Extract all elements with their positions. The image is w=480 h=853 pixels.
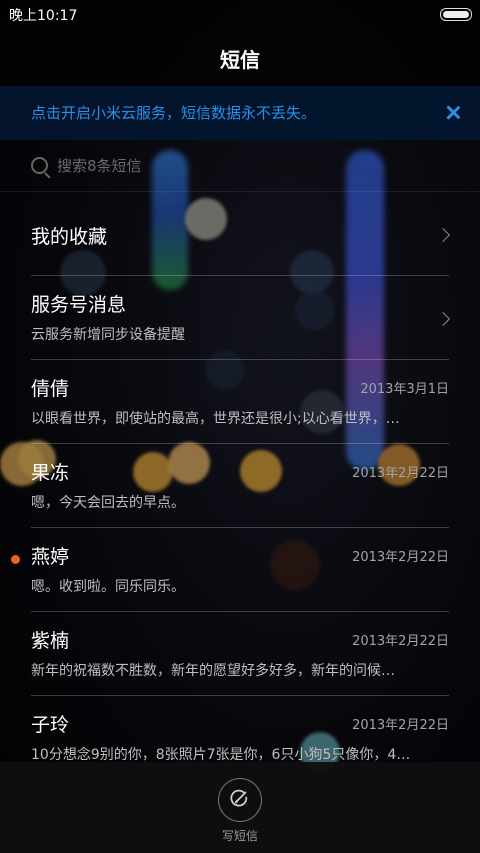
list-item[interactable]: 紫楠 2013年2月22日 新年的祝福数不胜数，新年的愿望好多好多，新年的问候… xyxy=(0,612,480,696)
search-input[interactable] xyxy=(57,152,437,180)
conversation-date: 2013年2月22日 xyxy=(352,718,449,733)
battery-icon xyxy=(440,8,472,21)
compose-label[interactable]: 写短信 xyxy=(0,827,480,844)
list-item-service-messages[interactable]: 服务号消息 云服务新增同步设备提醒 xyxy=(0,276,480,360)
conversation-preview: 以眼看世界，即使站的最高，世界还是很小;以心看世界，… xyxy=(31,411,400,427)
conversation-name: 倩倩 xyxy=(31,378,70,400)
chevron-right-icon xyxy=(435,227,451,243)
conversation-name: 子玲 xyxy=(31,714,70,736)
conversation-name: 燕婷 xyxy=(31,546,70,568)
conversation-preview: 10分想念9别的你，8张照片7张是你，6只小狗5只像你，4… xyxy=(31,747,411,762)
list-item[interactable]: 燕婷 2013年2月22日 嗯。收到啦。同乐同乐。 xyxy=(0,528,480,612)
unread-indicator xyxy=(11,555,20,564)
conversation-name: 服务号消息 xyxy=(31,294,127,316)
compose-icon xyxy=(230,789,248,807)
conversation-list: 我的收藏 服务号消息 云服务新增同步设备提醒 倩倩 2013年3月1日 以眼看世… xyxy=(0,192,480,762)
conversation-date: 2013年2月22日 xyxy=(352,550,449,565)
conversation-preview: 嗯，今天会回去的早点。 xyxy=(31,495,185,511)
conversation-preview: 新年的祝福数不胜数，新年的愿望好多好多，新年的问候… xyxy=(31,663,395,679)
conversation-date: 2013年2月22日 xyxy=(352,466,449,481)
conversation-name: 我的收藏 xyxy=(31,226,108,248)
banner-text[interactable]: 点击开启小米云服务，短信数据永不丢失。 xyxy=(31,102,316,123)
page-title: 短信 xyxy=(220,48,260,72)
search-bar xyxy=(0,140,480,192)
search-icon xyxy=(31,157,48,174)
cloud-service-banner[interactable]: 点击开启小米云服务，短信数据永不丢失。 xyxy=(0,86,480,140)
status-time: 晚上10:17 xyxy=(9,8,78,24)
conversation-date: 2013年3月1日 xyxy=(360,382,449,397)
conversation-preview: 云服务新增同步设备提醒 xyxy=(31,327,185,343)
conversation-name: 果冻 xyxy=(31,462,70,484)
close-icon[interactable] xyxy=(440,98,466,126)
conversation-preview: 嗯。收到啦。同乐同乐。 xyxy=(31,579,185,595)
compose-button[interactable] xyxy=(218,778,262,822)
list-item-favorites[interactable]: 我的收藏 xyxy=(0,192,480,276)
list-item[interactable]: 倩倩 2013年3月1日 以眼看世界，即使站的最高，世界还是很小;以心看世界，… xyxy=(0,360,480,444)
list-item[interactable]: 子玲 2013年2月22日 10分想念9别的你，8张照片7张是你，6只小狗5只像… xyxy=(0,696,480,762)
status-bar: 晚上10:17 xyxy=(0,0,480,28)
bottom-bar: 写短信 xyxy=(0,762,480,853)
conversation-name: 紫楠 xyxy=(31,630,70,652)
conversation-date: 2013年2月22日 xyxy=(352,634,449,649)
list-item[interactable]: 果冻 2013年2月22日 嗯，今天会回去的早点。 xyxy=(0,444,480,528)
title-bar: 短信 xyxy=(0,28,480,86)
